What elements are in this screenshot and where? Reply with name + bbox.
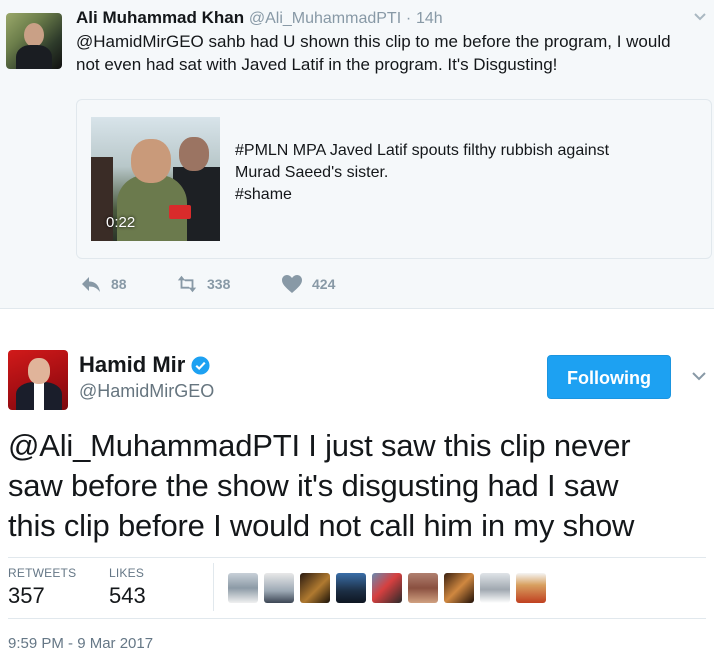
divider bbox=[8, 557, 706, 558]
author-name[interactable]: Hamid Mir bbox=[79, 352, 185, 378]
likes-value[interactable]: 543 bbox=[109, 583, 146, 609]
reply-count: 88 bbox=[111, 276, 127, 292]
liker-avatar[interactable] bbox=[336, 573, 366, 603]
card-line: Murad Saeed's sister. bbox=[235, 164, 389, 181]
card-line: #shame bbox=[235, 186, 292, 203]
chevron-down-icon[interactable] bbox=[692, 8, 708, 24]
retweet-button[interactable]: 338 bbox=[176, 274, 230, 294]
card-line: #PMLN MPA Javed Latif spouts filthy rubb… bbox=[235, 142, 610, 159]
card-description: #PMLN MPA Javed Latif spouts filthy rubb… bbox=[235, 140, 695, 206]
author-name-row[interactable]: Hamid Mir bbox=[79, 352, 210, 378]
liker-avatar[interactable] bbox=[228, 573, 258, 603]
quoted-tweet[interactable]: Ali Muhammad Khan @Ali_MuhammadPTI · 14h… bbox=[0, 0, 714, 309]
video-thumbnail[interactable]: 0:22 bbox=[91, 117, 220, 241]
divider bbox=[8, 618, 706, 619]
video-duration: 0:22 bbox=[106, 214, 136, 231]
retweets-value[interactable]: 357 bbox=[8, 583, 45, 609]
retweets-label[interactable]: RETWEETS bbox=[8, 566, 76, 580]
retweet-count: 338 bbox=[207, 276, 231, 292]
liker-avatar[interactable] bbox=[480, 573, 510, 603]
like-button[interactable]: 424 bbox=[281, 274, 335, 294]
liker-avatar[interactable] bbox=[516, 573, 546, 603]
liker-avatar[interactable] bbox=[264, 573, 294, 603]
quoted-author-name[interactable]: Ali Muhammad Khan bbox=[76, 8, 244, 27]
quoted-time-ago[interactable]: 14h bbox=[416, 10, 443, 27]
heart-icon bbox=[282, 275, 302, 293]
author-handle[interactable]: @HamidMirGEO bbox=[79, 381, 214, 402]
header-separator: · bbox=[405, 10, 412, 27]
quoted-tweet-text: @HamidMirGEO sahb had U shown this clip … bbox=[76, 32, 671, 74]
likes-label[interactable]: LIKES bbox=[109, 566, 144, 580]
chevron-down-icon[interactable] bbox=[690, 368, 708, 384]
reply-icon bbox=[82, 277, 100, 292]
liker-avatar[interactable] bbox=[444, 573, 474, 603]
reply-button[interactable]: 88 bbox=[80, 274, 127, 294]
like-count: 424 bbox=[312, 276, 336, 292]
following-button[interactable]: Following bbox=[547, 355, 671, 399]
video-card[interactable]: 0:22 #PMLN MPA Javed Latif spouts filthy… bbox=[76, 99, 712, 259]
main-tweet-text: @Ali_MuhammadPTI I just saw this clip ne… bbox=[8, 426, 708, 546]
liker-avatar[interactable] bbox=[372, 573, 402, 603]
tweet-timestamp[interactable]: 9:59 PM - 9 Mar 2017 bbox=[8, 635, 153, 652]
retweet-icon bbox=[177, 275, 197, 293]
tweet-text-line: saw before the show it's disgusting had … bbox=[8, 468, 619, 503]
liker-avatar[interactable] bbox=[408, 573, 438, 603]
tweet-text-line: @Ali_MuhammadPTI I just saw this clip ne… bbox=[8, 428, 631, 463]
hamid-mir-avatar[interactable] bbox=[8, 350, 68, 410]
quoted-tweet-header: Ali Muhammad Khan @Ali_MuhammadPTI · 14h bbox=[76, 8, 443, 28]
quoted-author-handle[interactable]: @Ali_MuhammadPTI bbox=[249, 10, 401, 27]
tweet-text-line: this clip before I would not call him in… bbox=[8, 508, 635, 543]
verified-badge-icon bbox=[191, 355, 210, 375]
ali-muhammad-khan-avatar[interactable] bbox=[6, 13, 62, 69]
stats-divider bbox=[213, 563, 214, 611]
liker-avatar[interactable] bbox=[300, 573, 330, 603]
